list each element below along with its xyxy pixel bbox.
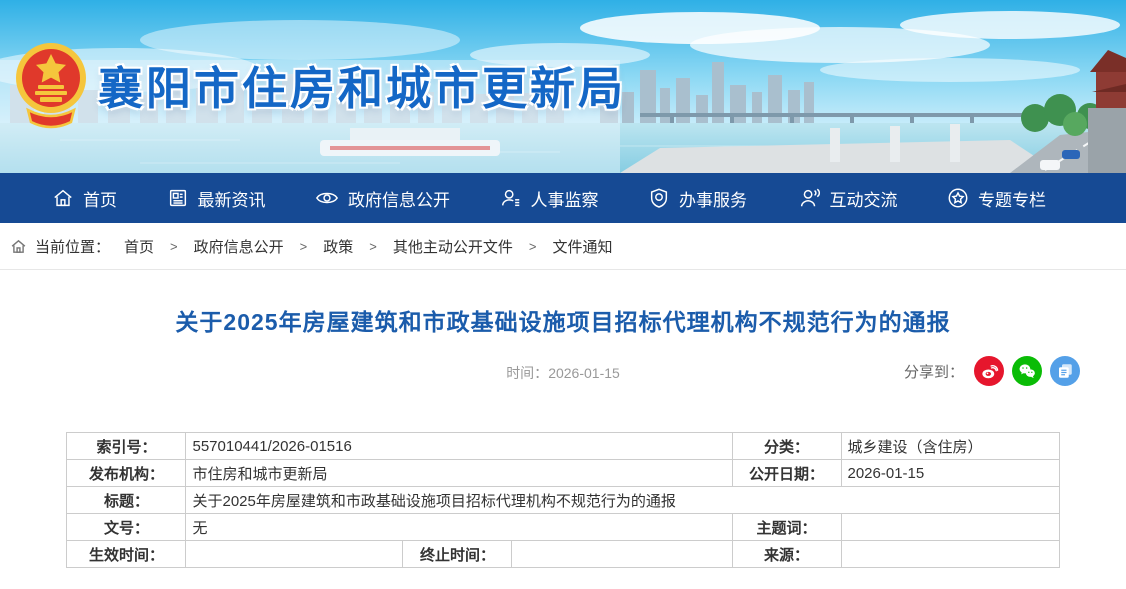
index-number-label: 索引号： — [67, 433, 186, 460]
share-wechat-button[interactable] — [1012, 356, 1042, 386]
breadcrumb-separator: > — [300, 239, 308, 254]
publish-time-value: 2026-01-15 — [548, 365, 620, 381]
publish-date-label: 公开日期： — [732, 460, 841, 487]
nav-item-gov-info[interactable]: 政府信息公开 — [315, 186, 450, 211]
document-meta-table: 索引号： 557010441/2026-01516 分类： 城乡建设（含住房） … — [66, 432, 1059, 568]
doc-title-label: 标题： — [67, 487, 186, 514]
article-meta-row: 时间：2026-01-15 分享到： — [0, 356, 1126, 388]
breadcrumb-separator: > — [529, 239, 537, 254]
star-circle-icon — [947, 187, 969, 209]
national-emblem-icon — [14, 38, 88, 130]
page-title: 关于2025年房屋建筑和市政基础设施项目招标代理机构不规范行为的通报 — [0, 303, 1126, 337]
table-row: 生效时间： 终止时间： 来源： — [67, 541, 1059, 568]
copy-doc-icon — [1056, 362, 1074, 380]
breadcrumb-other-public-docs[interactable]: 其他主动公开文件 — [393, 236, 513, 257]
table-row: 发布机构： 市住房和城市更新局 公开日期： 2026-01-15 — [67, 460, 1059, 487]
source-label: 来源： — [732, 541, 841, 568]
nav-label: 人事监察 — [531, 186, 599, 211]
issuing-agency-value: 市住房和城市更新局 — [186, 460, 732, 487]
breadcrumb-doc-notice[interactable]: 文件通知 — [552, 236, 612, 257]
effective-date-value — [186, 541, 403, 568]
keywords-label: 主题词： — [732, 514, 841, 541]
header-banner: 襄阳市住房和城市更新局 — [0, 0, 1126, 173]
people-chat-icon — [797, 187, 821, 209]
index-number-value: 557010441/2026-01516 — [186, 433, 732, 460]
doc-number-label: 文号： — [67, 514, 186, 541]
source-value — [841, 541, 1059, 568]
share-bar: 分享到： — [904, 356, 1080, 386]
doc-title-value: 关于2025年房屋建筑和市政基础设施项目招标代理机构不规范行为的通报 — [186, 487, 1059, 514]
breadcrumb-prefix: 当前位置： — [35, 236, 110, 257]
nav-item-special-topics[interactable]: 专题专栏 — [947, 186, 1046, 211]
nav-label: 政府信息公开 — [348, 186, 450, 211]
share-copy-button[interactable] — [1050, 356, 1080, 386]
shield-icon — [648, 187, 670, 209]
issuing-agency-label: 发布机构： — [67, 460, 186, 487]
table-row: 索引号： 557010441/2026-01516 分类： 城乡建设（含住房） — [67, 433, 1059, 460]
nav-item-services[interactable]: 办事服务 — [648, 186, 747, 211]
table-row: 文号： 无 主题词： — [67, 514, 1059, 541]
person-icon — [500, 187, 522, 209]
breadcrumb-home[interactable]: 首页 — [124, 236, 154, 257]
nav-label: 首页 — [83, 186, 117, 211]
nav-item-interaction[interactable]: 互动交流 — [797, 186, 898, 211]
effective-date-label: 生效时间： — [67, 541, 186, 568]
nav-label: 互动交流 — [830, 186, 898, 211]
nav-label: 专题专栏 — [978, 186, 1046, 211]
nav-label: 办事服务 — [679, 186, 747, 211]
expiry-date-value — [512, 541, 732, 568]
news-icon — [167, 187, 189, 209]
table-row: 标题： 关于2025年房屋建筑和市政基础设施项目招标代理机构不规范行为的通报 — [67, 487, 1059, 514]
breadcrumb: 当前位置： 首页 > 政府信息公开 > 政策 > 其他主动公开文件 > 文件通知 — [0, 223, 1126, 270]
home-icon — [10, 238, 27, 255]
doc-number-value: 无 — [186, 514, 732, 541]
nav-label: 最新资讯 — [198, 186, 266, 211]
share-weibo-button[interactable] — [974, 356, 1004, 386]
category-value: 城乡建设（含住房） — [841, 433, 1059, 460]
main-nav: 首页 最新资讯 政府信息公开 人事监察 办事服务 互动交流 专题专栏 — [0, 173, 1126, 223]
weibo-icon — [980, 362, 999, 381]
publish-date-value: 2026-01-15 — [841, 460, 1059, 487]
nav-item-home[interactable]: 首页 — [52, 186, 117, 211]
breadcrumb-separator: > — [369, 239, 377, 254]
expiry-date-label: 终止时间： — [403, 541, 512, 568]
breadcrumb-separator: > — [170, 239, 178, 254]
publish-time-label: 时间： — [506, 365, 548, 381]
keywords-value — [841, 514, 1059, 541]
breadcrumb-policy[interactable]: 政策 — [323, 236, 353, 257]
home-icon — [52, 187, 74, 209]
site-title: 襄阳市住房和城市更新局 — [98, 52, 626, 117]
wechat-icon — [1017, 361, 1037, 381]
site-brand[interactable]: 襄阳市住房和城市更新局 — [14, 38, 626, 130]
nav-item-news[interactable]: 最新资讯 — [167, 186, 266, 211]
category-label: 分类： — [732, 433, 841, 460]
share-label: 分享到： — [904, 361, 964, 382]
breadcrumb-gov-info[interactable]: 政府信息公开 — [194, 236, 284, 257]
eye-icon — [315, 187, 339, 209]
nav-item-personnel[interactable]: 人事监察 — [500, 186, 599, 211]
